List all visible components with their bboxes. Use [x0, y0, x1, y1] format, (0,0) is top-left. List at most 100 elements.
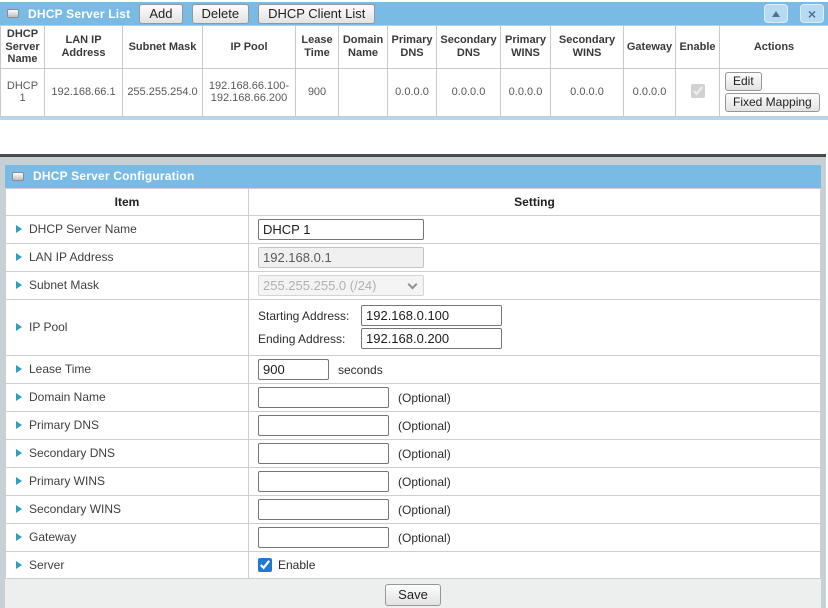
domain-name-optional-note: (Optional): [398, 391, 451, 405]
dhcp-client-list-button[interactable]: DHCP Client List: [258, 4, 375, 24]
secondary-wins-optional-note: (Optional): [398, 503, 451, 517]
starting-address-label: Starting Address:: [258, 309, 361, 323]
fixed-mapping-button[interactable]: Fixed Mapping: [725, 93, 820, 112]
item-arrow-icon: [16, 323, 22, 331]
row-secondary-dns: Secondary DNS (Optional): [6, 439, 821, 467]
subnet-mask-label: Subnet Mask: [29, 278, 99, 292]
primary-wins-label: Primary WINS: [29, 474, 105, 488]
row-server-enable: Server Enable: [6, 551, 821, 578]
config-header-row: Item Setting: [6, 188, 821, 215]
cell-lease-time: 900: [296, 68, 339, 116]
save-bar: Save: [5, 579, 821, 608]
lan-ip-address-label: LAN IP Address: [29, 250, 114, 264]
column-header-ip-pool: IP Pool: [203, 26, 296, 69]
cell-secondary-wins: 0.0.0.0: [551, 68, 624, 116]
domain-name-label: Domain Name: [29, 390, 106, 404]
item-arrow-icon: [16, 477, 22, 485]
server-enable-checkbox[interactable]: [258, 558, 272, 572]
column-header-primary-dns: Primary DNS: [388, 26, 437, 69]
cell-primary-wins: 0.0.0.0: [501, 68, 551, 116]
column-header-setting: Setting: [249, 188, 821, 215]
lease-time-input[interactable]: [258, 359, 329, 380]
item-arrow-icon: [16, 225, 22, 233]
dhcp-server-list-title: DHCP Server List: [28, 7, 130, 21]
server-label: Server: [29, 558, 64, 572]
dhcp-server-configuration-titlebar: DHCP Server Configuration: [5, 165, 821, 188]
gateway-input[interactable]: [258, 527, 389, 548]
edit-button[interactable]: Edit: [725, 72, 762, 91]
column-header-item: Item: [6, 188, 249, 215]
row-enable-checkbox: [691, 84, 705, 98]
cell-secondary-dns: 0.0.0.0: [437, 68, 501, 116]
secondary-dns-label: Secondary DNS: [29, 446, 115, 460]
item-arrow-icon: [16, 449, 22, 457]
list-panel-bottom-strip: [0, 117, 828, 120]
panel-marker-icon: [12, 172, 24, 181]
column-header-domain-name: Domain Name: [339, 26, 388, 69]
item-arrow-icon: [16, 561, 22, 569]
lease-time-unit: seconds: [338, 363, 383, 377]
dhcp-server-name-label: DHCP Server Name: [29, 222, 137, 236]
dhcp-server-list-table: DHCP Server Name LAN IP Address Subnet M…: [0, 25, 828, 117]
save-button[interactable]: Save: [385, 584, 441, 606]
add-button[interactable]: Add: [139, 4, 182, 24]
cell-actions: Edit Fixed Mapping: [720, 68, 828, 116]
gateway-label: Gateway: [29, 530, 76, 544]
starting-address-input[interactable]: [361, 305, 502, 326]
primary-dns-input[interactable]: [258, 415, 389, 436]
dhcp-server-configuration-title: DHCP Server Configuration: [33, 169, 194, 183]
collapse-panel-button[interactable]: [764, 4, 788, 23]
column-header-dhcp-server-name: DHCP Server Name: [1, 26, 45, 69]
dhcp-server-list-panel: DHCP Server List Add Delete DHCP Client …: [0, 2, 828, 120]
dhcp-server-list-titlebar: DHCP Server List Add Delete DHCP Client …: [0, 2, 828, 25]
ending-address-label: Ending Address:: [258, 332, 361, 346]
secondary-wins-label: Secondary WINS: [29, 502, 121, 516]
domain-name-input[interactable]: [258, 387, 389, 408]
lease-time-label: Lease Time: [29, 362, 91, 376]
lan-ip-address-input: [258, 247, 424, 268]
row-lease-time: Lease Time seconds: [6, 355, 821, 383]
column-header-secondary-dns: Secondary DNS: [437, 26, 501, 69]
cell-gateway: 0.0.0.0: [624, 68, 676, 116]
server-enable-label: Enable: [278, 558, 315, 572]
cell-lan-ip: 192.168.66.1: [45, 68, 123, 116]
primary-wins-input[interactable]: [258, 471, 389, 492]
secondary-dns-optional-note: (Optional): [398, 447, 451, 461]
primary-dns-label: Primary DNS: [29, 418, 99, 432]
secondary-wins-input[interactable]: [258, 499, 389, 520]
row-primary-wins: Primary WINS (Optional): [6, 467, 821, 495]
collapse-arrow-icon: [772, 11, 780, 17]
column-header-enable: Enable: [676, 26, 720, 69]
gateway-optional-note: (Optional): [398, 531, 451, 545]
item-arrow-icon: [16, 505, 22, 513]
cell-ip-pool: 192.168.66.100-192.168.66.200: [203, 68, 296, 116]
delete-button[interactable]: Delete: [192, 4, 250, 24]
dhcp-server-name-input[interactable]: [258, 219, 424, 240]
cell-subnet-mask: 255.255.254.0: [123, 68, 203, 116]
row-primary-dns: Primary DNS (Optional): [6, 411, 821, 439]
secondary-dns-input[interactable]: [258, 443, 389, 464]
item-arrow-icon: [16, 365, 22, 373]
item-arrow-icon: [16, 533, 22, 541]
cell-primary-dns: 0.0.0.0: [388, 68, 437, 116]
row-dhcp-server-name: DHCP Server Name: [6, 215, 821, 243]
close-panel-button[interactable]: ×: [800, 4, 824, 23]
column-header-gateway: Gateway: [624, 26, 676, 69]
column-header-primary-wins: Primary WINS: [501, 26, 551, 69]
item-arrow-icon: [16, 281, 22, 289]
cell-enable: [676, 68, 720, 116]
column-header-actions: Actions: [720, 26, 828, 69]
cell-server-name: DHCP 1: [1, 68, 45, 116]
row-subnet-mask: Subnet Mask 255.255.255.0 (/24): [6, 271, 821, 299]
row-secondary-wins: Secondary WINS (Optional): [6, 495, 821, 523]
panel-marker-icon: [7, 9, 19, 18]
row-ip-pool: IP Pool Starting Address: Ending Address…: [6, 299, 821, 355]
ip-pool-label: IP Pool: [29, 320, 67, 334]
dhcp-server-row: DHCP 1 192.168.66.1 255.255.254.0 192.16…: [1, 68, 828, 116]
column-header-lease-time: Lease Time: [296, 26, 339, 69]
column-header-lan-ip-address: LAN IP Address: [45, 26, 123, 69]
ending-address-input[interactable]: [361, 328, 502, 349]
dhcp-server-configuration-table: Item Setting DHCP Server Name LAN IP Add…: [5, 188, 821, 579]
primary-wins-optional-note: (Optional): [398, 475, 451, 489]
close-icon: ×: [808, 7, 816, 21]
